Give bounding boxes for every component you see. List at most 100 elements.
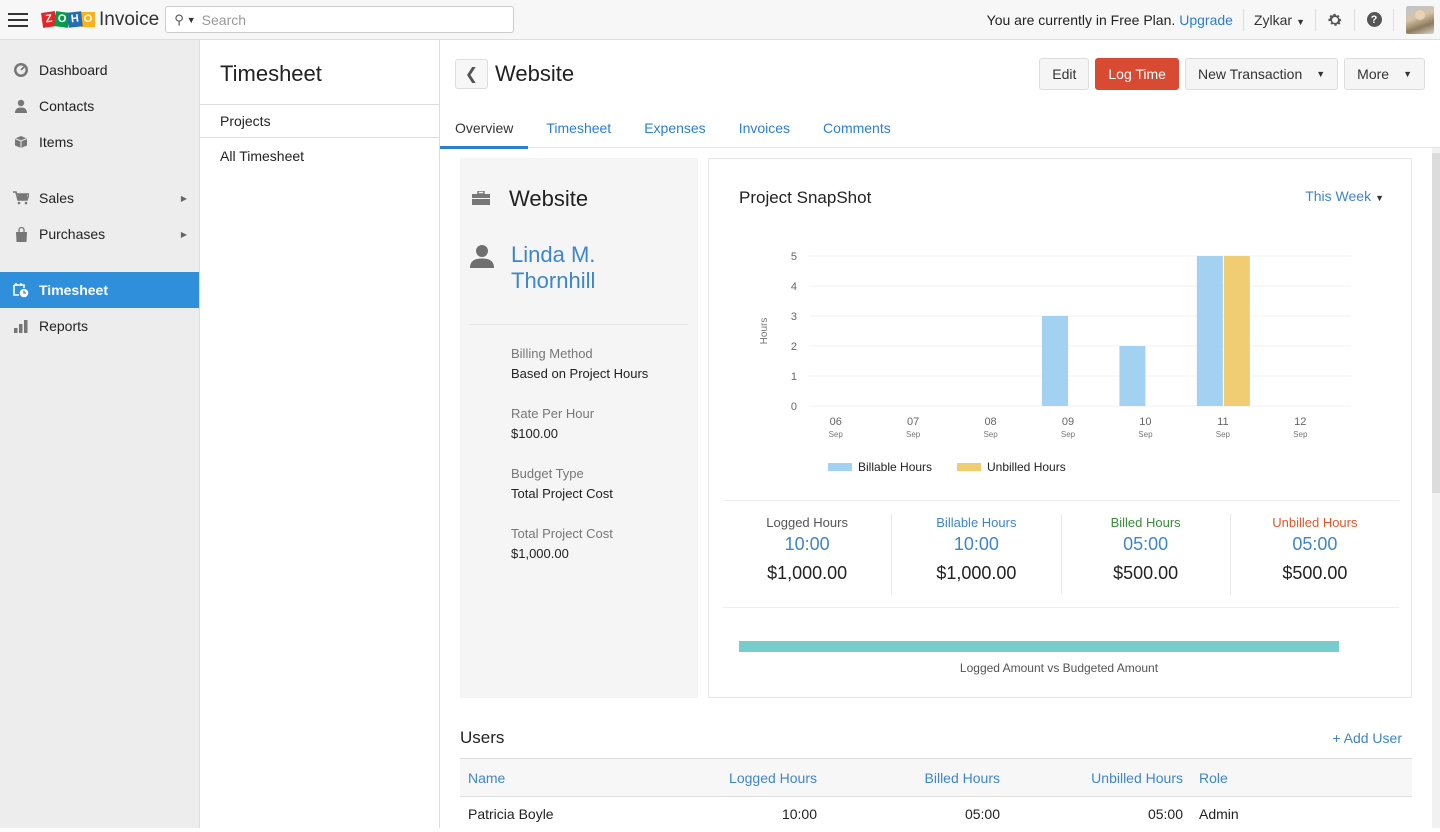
sidebar-item-label: Contacts (39, 98, 95, 114)
help-icon: ? (1366, 12, 1382, 27)
column-header-role[interactable]: Role (1191, 758, 1412, 797)
sidebar-item-timesheet[interactable]: Timesheet (0, 272, 199, 308)
edit-button[interactable]: Edit (1039, 58, 1090, 90)
tab-expenses[interactable]: Expenses (629, 108, 720, 148)
user-avatar[interactable] (1406, 5, 1434, 34)
organization-switcher[interactable]: Zylkar ▼ (1254, 12, 1305, 28)
subnav-item-all-timesheet[interactable]: All Timesheet (200, 138, 439, 174)
legend-label: Unbilled Hours (987, 460, 1066, 474)
sidebar-item-reports[interactable]: Reports (0, 308, 199, 344)
hours-bar-chart: 012345Hours06Sep07Sep08Sep09Sep10Sep11Se… (759, 251, 1351, 474)
new-transaction-button[interactable]: New Transaction ▼ (1184, 58, 1339, 90)
x-tick-label: 11 (1217, 416, 1228, 428)
cart-icon (13, 190, 29, 206)
help-button[interactable]: ? (1365, 11, 1383, 29)
settings-button[interactable] (1326, 11, 1344, 29)
field-label: Total Project Cost (511, 526, 613, 541)
summary-amount: $1,000.00 (936, 563, 1017, 583)
tab-timesheet[interactable]: Timesheet (531, 108, 626, 148)
sidebar-item-purchases[interactable]: Purchases ▶ (0, 216, 199, 252)
field-label: Budget Type (511, 466, 584, 481)
period-dropdown[interactable]: This Week ▼ (1305, 188, 1384, 204)
summary-unbilled-hours: Unbilled Hours 05:00 $500.00 (1231, 514, 1399, 594)
summary-hours: 05:00 (1123, 534, 1169, 554)
more-button[interactable]: More ▼ (1344, 58, 1425, 90)
chevron-right-icon: ▶ (180, 193, 187, 203)
column-header-unbilled-hours[interactable]: Unbilled Hours (1008, 758, 1191, 797)
upgrade-link[interactable]: Upgrade (1179, 12, 1233, 28)
legend-swatch (828, 463, 852, 471)
main-content: ❮ Website Edit Log Time New Transaction ▼… (440, 40, 1440, 828)
summary-label: Billed Hours (1110, 515, 1181, 530)
chevron-down-icon: ▼ (1375, 193, 1384, 203)
table-row[interactable]: Patricia Boyle 10:00 05:00 05:00 Admin (460, 797, 1412, 832)
top-bar: Z O H O Invoice ⚲ ▼ You are currently in… (0, 0, 1440, 40)
search-filter-dropdown-icon[interactable]: ▼ (187, 15, 196, 25)
project-snapshot-panel: Project SnapShot This Week ▼ 0 1 2 3 4 5 Hours 0… (708, 158, 1412, 698)
field-total-project-cost: Total Project Cost $1,000.00 (511, 526, 613, 561)
sidebar-item-sales[interactable]: Sales ▶ (0, 180, 199, 216)
summary-hours: 10:00 (953, 534, 999, 554)
tab-comments[interactable]: Comments (808, 108, 906, 148)
add-user-link[interactable]: + Add User (1332, 730, 1402, 746)
button-label: More (1357, 66, 1390, 82)
sidebar-item-dashboard[interactable]: Dashboard (0, 52, 199, 88)
sidebar-item-contacts[interactable]: Contacts (0, 88, 199, 124)
page-header: ❮ Website Edit Log Time New Transaction ▼… (440, 40, 1440, 108)
x-tick-label: 08 (984, 416, 996, 428)
summary-hours: 05:00 (1292, 534, 1338, 554)
budget-progress-bar (739, 641, 1339, 652)
x-tick-sublabel: Sep (829, 430, 844, 439)
summary-amount: $500.00 (1282, 563, 1348, 583)
search-icon[interactable]: ⚲ (174, 12, 184, 28)
field-label: Rate Per Hour (511, 406, 595, 421)
subnav-title: Timesheet (200, 40, 439, 105)
x-tick-label: 12 (1294, 416, 1306, 428)
vertical-scrollbar[interactable] (1432, 148, 1440, 828)
x-tick-sublabel: Sep (1061, 430, 1076, 439)
items-icon (13, 134, 29, 150)
contacts-icon (13, 98, 29, 114)
x-tick-label: 10 (1139, 416, 1151, 428)
log-time-button[interactable]: Log Time (1095, 58, 1179, 90)
subnav-item-projects[interactable]: Projects (200, 105, 439, 138)
x-tick-label: 06 (830, 416, 842, 428)
search-input[interactable] (201, 11, 502, 28)
legend-label: Billable Hours (858, 460, 932, 474)
divider (1393, 8, 1394, 31)
user-name: Patricia Boyle (468, 806, 554, 823)
column-header-logged-hours[interactable]: Logged Hours (700, 758, 825, 797)
tab-overview[interactable]: Overview (440, 108, 529, 149)
overview-content: Website Linda M. Thornhill Billing Metho… (440, 148, 1430, 828)
summary-label: Logged Hours (766, 515, 848, 530)
table-header-row: Name Logged Hours Billed Hours Unbilled … (460, 758, 1412, 797)
summary-billed-hours: Billed Hours 05:00 $500.00 (1062, 514, 1231, 594)
x-tick-label: 09 (1062, 416, 1074, 428)
app-name: Invoice (99, 8, 160, 30)
dashboard-icon (13, 62, 29, 78)
y-tick-label: 3 (791, 311, 797, 323)
x-tick-sublabel: Sep (906, 430, 921, 439)
column-header-billed-hours[interactable]: Billed Hours (825, 758, 1008, 797)
hamburger-menu-icon[interactable] (8, 9, 28, 31)
y-tick-label: 2 (791, 341, 797, 353)
y-tick-label: 1 (791, 371, 797, 383)
x-tick-sublabel: Sep (1293, 430, 1308, 439)
x-tick-sublabel: Sep (1138, 430, 1153, 439)
back-button[interactable]: ❮ (455, 59, 488, 89)
user-logged-hours: 10:00 (781, 806, 817, 823)
customer-name-link[interactable]: Linda M. Thornhill (511, 242, 651, 294)
scrollbar-thumb[interactable] (1432, 153, 1440, 493)
sidebar-item-items[interactable]: Items (0, 124, 199, 160)
divider (1354, 8, 1355, 31)
divider (1315, 8, 1316, 31)
chevron-right-icon: ▶ (180, 229, 187, 239)
search-box[interactable]: ⚲ ▼ (165, 6, 515, 33)
field-value: Total Project Cost (511, 486, 613, 501)
column-header-name[interactable]: Name (460, 758, 700, 797)
zoho-invoice-logo[interactable]: Z O H O Invoice (41, 8, 160, 31)
tab-invoices[interactable]: Invoices (724, 108, 805, 148)
customer-icon (470, 244, 494, 271)
sidebar-item-label: Items (39, 134, 74, 150)
summary-hours: 10:00 (784, 534, 830, 554)
